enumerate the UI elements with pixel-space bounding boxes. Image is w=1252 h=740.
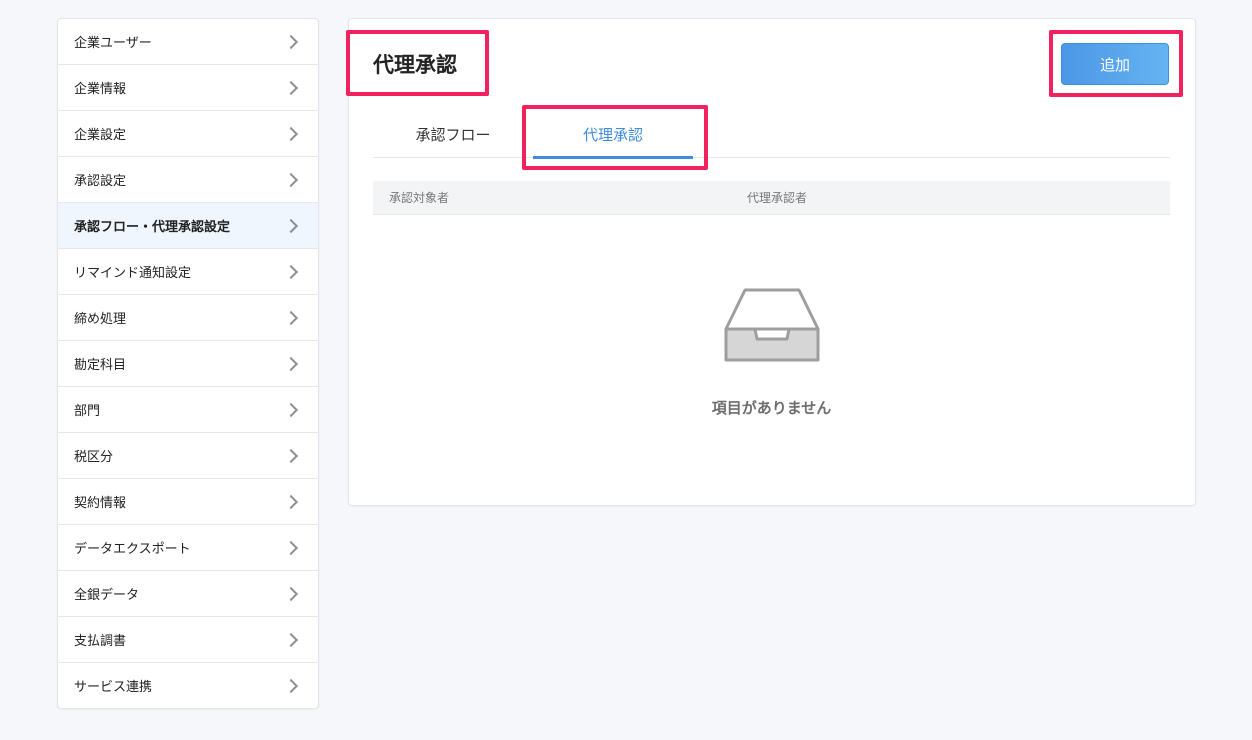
page-title: 代理承認 xyxy=(373,53,457,77)
chevron-right-icon xyxy=(283,678,299,693)
chevron-right-icon xyxy=(283,632,299,647)
chevron-right-icon xyxy=(283,586,299,601)
settings-sidebar: 企業ユーザー 企業情報 企業設定 承認設定 承認フロー・代理承認設定 リマインド… xyxy=(57,18,319,709)
sidebar-item-account-titles[interactable]: 勘定科目 xyxy=(58,341,318,387)
sidebar-item-closing[interactable]: 締め処理 xyxy=(58,295,318,341)
sidebar-item-label: 承認設定 xyxy=(74,174,127,189)
sidebar-item-reminder-notification[interactable]: リマインド通知設定 xyxy=(58,249,318,295)
sidebar-item-label: サービス連携 xyxy=(74,680,153,695)
chevron-right-icon xyxy=(283,540,299,555)
tab-approval-flow[interactable]: 承認フロー xyxy=(373,111,533,157)
chevron-right-icon xyxy=(283,172,299,187)
chevron-right-icon xyxy=(283,34,299,49)
tab-highlight-box xyxy=(522,105,708,170)
chevron-right-icon xyxy=(283,126,299,141)
tab-bar: 承認フロー 代理承認 xyxy=(373,111,1170,159)
sidebar-item-label: 企業設定 xyxy=(74,128,127,143)
inbox-tray-icon xyxy=(724,288,819,362)
add-button[interactable]: 追加 xyxy=(1061,43,1169,85)
sidebar-item-tax-categories[interactable]: 税区分 xyxy=(58,433,318,479)
chevron-right-icon xyxy=(283,264,299,279)
main-panel: 代理承認 追加 承認フロー 代理承認 承認対象者 代理承認者 項目がありません xyxy=(346,18,1196,506)
sidebar-item-approval-flow-proxy[interactable]: 承認フロー・代理承認設定 xyxy=(58,203,318,249)
sidebar-item-departments[interactable]: 部門 xyxy=(58,387,318,433)
sidebar-item-company-settings[interactable]: 企業設定 xyxy=(58,111,318,157)
table-header: 承認対象者 代理承認者 xyxy=(373,181,1170,215)
sidebar-item-data-export[interactable]: データエクスポート xyxy=(58,525,318,571)
sidebar-item-label: 企業情報 xyxy=(74,82,127,97)
empty-state: 項目がありません xyxy=(373,287,1170,418)
sidebar-item-label: 契約情報 xyxy=(74,496,127,511)
column-header-approval-target: 承認対象者 xyxy=(389,191,450,205)
chevron-right-icon xyxy=(283,80,299,95)
chevron-right-icon xyxy=(283,494,299,509)
sidebar-item-label: 支払調書 xyxy=(74,634,127,649)
chevron-right-icon xyxy=(283,402,299,417)
column-header-proxy-approver: 代理承認者 xyxy=(747,191,808,205)
sidebar-item-label: 締め処理 xyxy=(74,312,127,327)
sidebar-item-company-info[interactable]: 企業情報 xyxy=(58,65,318,111)
sidebar-item-label: 承認フロー・代理承認設定 xyxy=(74,220,231,235)
empty-state-text: 項目がありません xyxy=(711,399,832,417)
sidebar-item-payment-records[interactable]: 支払調書 xyxy=(58,617,318,663)
chevron-right-icon xyxy=(283,310,299,325)
chevron-right-icon xyxy=(283,356,299,371)
sidebar-item-label: 税区分 xyxy=(74,450,114,465)
sidebar-item-contract-info[interactable]: 契約情報 xyxy=(58,479,318,525)
sidebar-item-zengin-data[interactable]: 全銀データ xyxy=(58,571,318,617)
sidebar-item-label: データエクスポート xyxy=(74,542,191,557)
sidebar-item-label: 部門 xyxy=(74,404,101,419)
sidebar-item-label: リマインド通知設定 xyxy=(74,266,192,281)
sidebar-item-label: 企業ユーザー xyxy=(74,36,152,51)
sidebar-item-service-integration[interactable]: サービス連携 xyxy=(58,663,318,708)
sidebar-item-label: 勘定科目 xyxy=(74,358,127,373)
sidebar-item-approval-settings[interactable]: 承認設定 xyxy=(58,157,318,203)
chevron-right-icon xyxy=(283,218,299,233)
sidebar-item-company-users[interactable]: 企業ユーザー xyxy=(58,19,318,65)
sidebar-item-label: 全銀データ xyxy=(74,588,140,603)
chevron-right-icon xyxy=(283,448,299,463)
